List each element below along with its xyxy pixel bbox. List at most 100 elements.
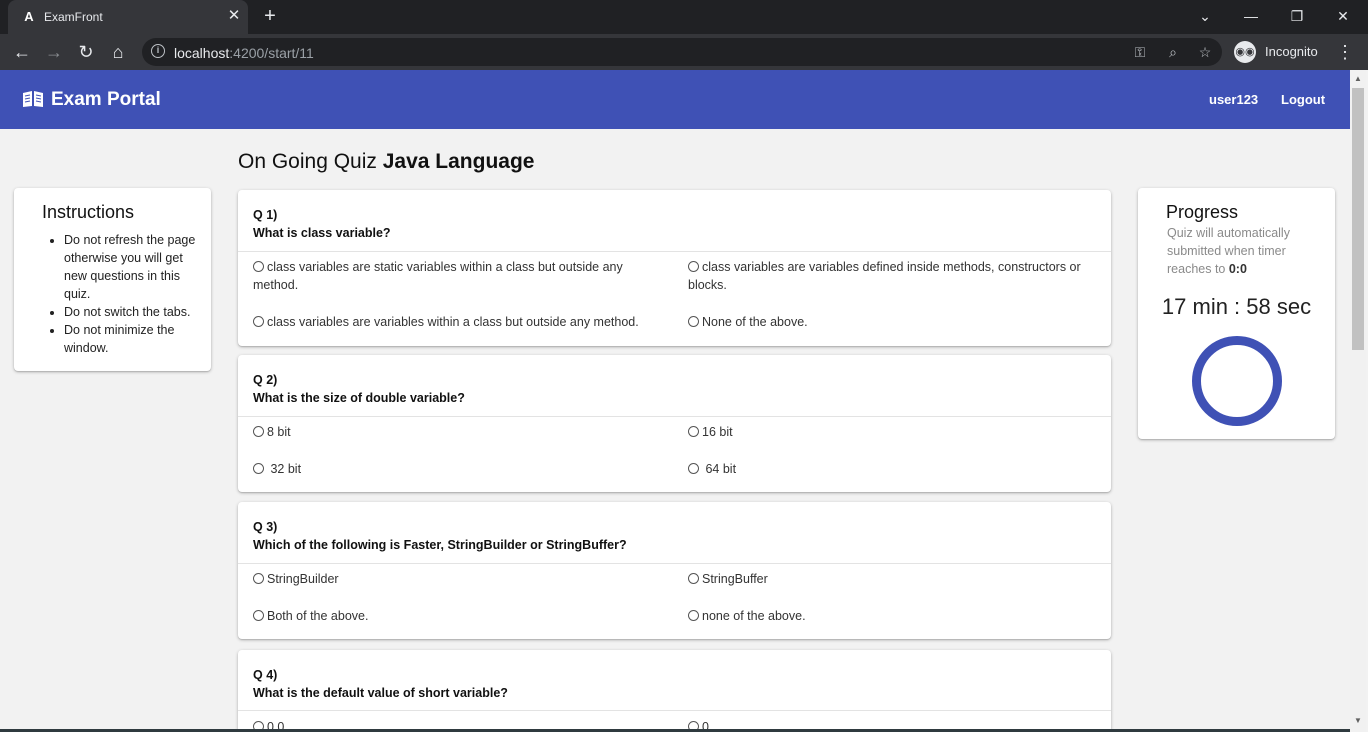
quiz-subject: Java Language <box>382 150 535 173</box>
logout-button[interactable]: Logout <box>1281 92 1325 107</box>
question-text: What is the default value of short varia… <box>253 686 508 700</box>
divider <box>238 710 1111 711</box>
browser-tab-strip: A ExamFront ✕ + ⌄ — ❐ ✕ <box>0 0 1368 34</box>
divider <box>238 251 1111 252</box>
question-header: Q 3) Which of the following is Faster, S… <box>253 518 627 554</box>
home-icon[interactable]: ⌂ <box>106 40 130 64</box>
question-card: Q 3) Which of the following is Faster, S… <box>238 502 1111 639</box>
question-header: Q 2) What is the size of double variable… <box>253 371 465 407</box>
instructions-list: Do not refresh the page otherwise you wi… <box>64 231 204 357</box>
forward-icon[interactable]: → <box>42 40 66 64</box>
minimize-icon[interactable]: — <box>1240 6 1262 26</box>
answer-option[interactable]: 32 bit <box>253 460 301 478</box>
answer-option[interactable]: class variables are variables defined in… <box>688 258 1098 294</box>
incognito-indicator[interactable]: ◉◉ Incognito <box>1234 39 1352 65</box>
tab-search-chevron-icon[interactable]: ⌄ <box>1194 6 1216 26</box>
reload-icon[interactable]: ↻ <box>74 40 98 64</box>
instructions-title: Instructions <box>42 202 135 222</box>
question-header: Q 1) What is class variable? <box>253 206 391 242</box>
option-label: Both of the above. <box>267 609 369 623</box>
question-number: Q 3) <box>253 520 278 534</box>
answer-option[interactable]: class variables are variables within a c… <box>253 313 673 331</box>
restore-icon[interactable]: ❐ <box>1286 6 1308 26</box>
page-scrollbar[interactable]: ▲ ▼ <box>1350 70 1366 732</box>
option-label: StringBuffer <box>702 572 768 586</box>
radio-button[interactable] <box>688 316 699 327</box>
option-label: none of the above. <box>702 609 806 623</box>
scroll-up-icon[interactable]: ▲ <box>1350 72 1366 86</box>
answer-option[interactable]: None of the above. <box>688 313 1098 331</box>
page-title-prefix: On Going Quiz <box>238 150 383 173</box>
user-link[interactable]: user123 <box>1209 92 1258 107</box>
question-card: Q 1) What is class variable? class varia… <box>238 190 1111 346</box>
option-label: StringBuilder <box>267 572 339 586</box>
bookmark-star-icon[interactable]: ☆ <box>1195 42 1215 62</box>
option-label: class variables are variables defined in… <box>688 260 1081 292</box>
close-window-icon[interactable]: ✕ <box>1332 6 1354 26</box>
key-icon[interactable]: ⚿ <box>1130 42 1150 62</box>
progress-subtitle: Quiz will automatically submitted when t… <box>1167 224 1317 278</box>
scrollbar-thumb[interactable] <box>1352 88 1364 350</box>
progress-ring <box>1192 336 1282 426</box>
back-icon[interactable]: ← <box>10 40 34 64</box>
radio-button[interactable] <box>253 261 264 272</box>
scroll-down-icon[interactable]: ▼ <box>1350 714 1366 728</box>
radio-button[interactable] <box>688 573 699 584</box>
divider <box>238 416 1111 417</box>
radio-button[interactable] <box>253 573 264 584</box>
answer-option[interactable]: 64 bit <box>688 460 736 478</box>
answer-option[interactable]: StringBuilder <box>253 570 339 588</box>
instruction-item: Do not minimize the window. <box>64 321 204 357</box>
radio-button[interactable] <box>253 316 264 327</box>
option-label: 64 bit <box>702 462 737 476</box>
radio-button[interactable] <box>253 463 264 474</box>
angular-favicon-icon: A <box>24 9 34 24</box>
option-label: None of the above. <box>702 315 808 329</box>
answer-option[interactable]: 8 bit <box>253 423 291 441</box>
answer-option[interactable]: none of the above. <box>688 607 806 625</box>
question-header: Q 4) What is the default value of short … <box>253 666 508 702</box>
radio-button[interactable] <box>688 261 699 272</box>
browser-tab[interactable]: A ExamFront ✕ <box>8 0 248 34</box>
divider <box>238 563 1111 564</box>
zoom-icon[interactable]: ⌕ <box>1163 42 1183 62</box>
option-label: 8 bit <box>267 425 291 439</box>
answer-option[interactable]: StringBuffer <box>688 570 768 588</box>
book-icon <box>23 91 43 107</box>
page-title: On Going Quiz Java Language <box>238 150 534 174</box>
question-text: What is class variable? <box>253 226 391 240</box>
radio-button[interactable] <box>253 610 264 621</box>
radio-button[interactable] <box>253 426 264 437</box>
question-card: Q 4) What is the default value of short … <box>238 650 1111 732</box>
option-label: 16 bit <box>702 425 733 439</box>
site-info-icon[interactable]: i <box>151 44 165 58</box>
instructions-card: Instructions Do not refresh the page oth… <box>14 188 211 371</box>
close-tab-icon[interactable]: ✕ <box>226 8 242 24</box>
answer-option[interactable]: Both of the above. <box>253 607 368 625</box>
incognito-icon: ◉◉ <box>1234 41 1256 63</box>
option-label: class variables are variables within a c… <box>267 315 639 329</box>
answer-option[interactable]: 16 bit <box>688 423 733 441</box>
question-number: Q 1) <box>253 208 278 222</box>
option-label: class variables are static variables wit… <box>253 260 623 292</box>
new-tab-icon[interactable]: + <box>260 6 280 26</box>
countdown-timer: 17 min : 58 sec <box>1161 294 1312 319</box>
instruction-item: Do not refresh the page otherwise you wi… <box>64 231 204 303</box>
app-toolbar: Exam Portal user123 Logout <box>0 70 1350 129</box>
progress-card: Progress Quiz will automatically submitt… <box>1138 188 1335 439</box>
instruction-item: Do not switch the tabs. <box>64 303 204 321</box>
brand-title[interactable]: Exam Portal <box>51 89 161 111</box>
browser-menu-icon[interactable]: ⋮ <box>1336 40 1354 64</box>
question-number: Q 2) <box>253 373 278 387</box>
url-text[interactable]: localhost:4200/start/11 <box>174 45 314 61</box>
browser-toolbar: ← → ↻ ⌂ i localhost:4200/start/11 ⚿ ⌕ ☆ … <box>0 34 1368 70</box>
answer-option[interactable]: class variables are static variables wit… <box>253 258 653 294</box>
question-number: Q 4) <box>253 668 278 682</box>
address-bar[interactable]: i localhost:4200/start/11 ⚿ ⌕ ☆ <box>142 38 1222 66</box>
question-text: What is the size of double variable? <box>253 391 465 405</box>
radio-button[interactable] <box>688 426 699 437</box>
radio-button[interactable] <box>688 463 699 474</box>
radio-button[interactable] <box>688 610 699 621</box>
option-label: 32 bit <box>267 462 302 476</box>
progress-spinner <box>1192 336 1282 426</box>
